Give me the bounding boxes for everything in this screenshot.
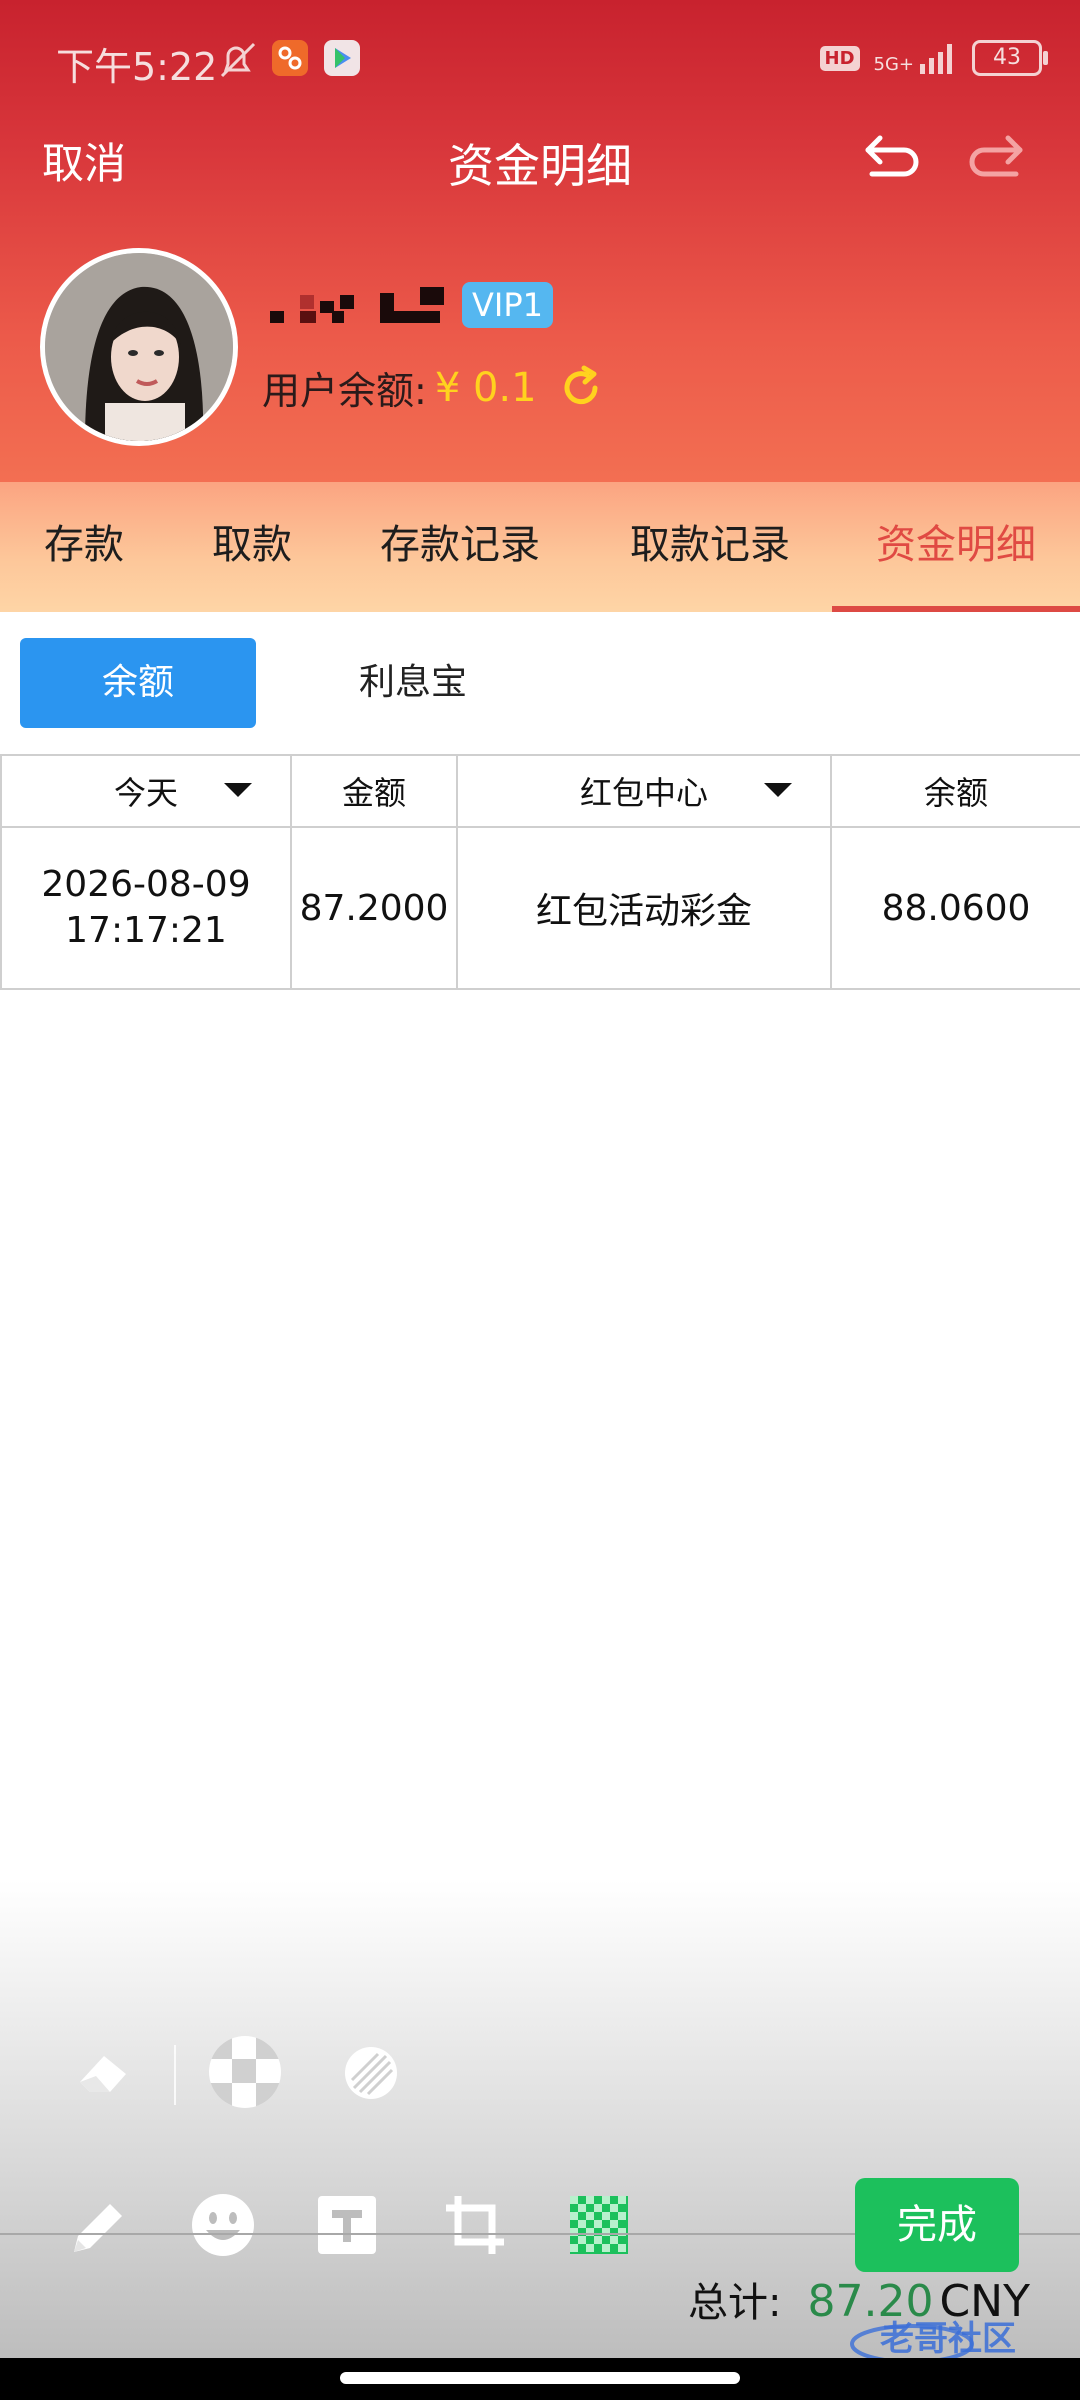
status-time: 下午5:22 bbox=[56, 45, 218, 89]
redo-icon[interactable] bbox=[966, 120, 1036, 190]
app-notification-icon bbox=[272, 40, 308, 80]
row-time: 17:17:21 bbox=[65, 910, 227, 951]
home-indicator[interactable] bbox=[340, 2372, 740, 2384]
amount-header: 金额 bbox=[290, 754, 458, 828]
type-filter-header[interactable]: 红包中心 bbox=[456, 754, 832, 828]
table-row: 2026-08-09 17:17:21 87.2000 红包活动彩金 88.06… bbox=[0, 826, 1080, 990]
tab-withdraw[interactable]: 取款 bbox=[212, 482, 292, 612]
date-filter-header[interactable]: 今天 bbox=[0, 754, 292, 828]
pencil-icon[interactable] bbox=[66, 2196, 130, 2264]
balance-header: 余额 bbox=[830, 754, 1080, 828]
total-label: 总计: bbox=[688, 2280, 782, 2326]
dropdown-caret-icon bbox=[764, 783, 792, 797]
subtab-balance[interactable]: 余额 bbox=[20, 638, 256, 728]
hd-badge: HD bbox=[819, 45, 860, 71]
type-filter-label: 红包中心 bbox=[579, 774, 708, 812]
status-right-cluster: HD 5G+ 43 bbox=[819, 40, 1048, 76]
battery-icon: 43 bbox=[972, 40, 1048, 76]
text-icon[interactable] bbox=[318, 2196, 376, 2258]
mosaic-icon[interactable] bbox=[570, 2196, 628, 2258]
mute-icon bbox=[214, 40, 260, 84]
username-redacted bbox=[270, 285, 450, 333]
active-tab-indicator bbox=[832, 606, 1080, 612]
done-button[interactable]: 完成 bbox=[855, 2178, 1019, 2272]
table-header-row: 今天 金额 红包中心 余额 bbox=[0, 754, 1080, 828]
fund-details-table: 今天 金额 红包中心 余额 2026-08-09 17:17:21 87.200… bbox=[0, 754, 1080, 990]
network-label: 5G+ bbox=[873, 54, 914, 75]
row-type: 红包活动彩金 bbox=[456, 826, 832, 990]
tab-withdraw-records[interactable]: 取款记录 bbox=[630, 482, 790, 612]
tab-deposit[interactable]: 存款 bbox=[44, 482, 124, 612]
eraser-icon[interactable] bbox=[70, 2042, 140, 2106]
toolbar-divider bbox=[174, 2045, 176, 2105]
user-balance-row: 用户余额: ¥ 0.1 bbox=[262, 360, 605, 415]
emoji-icon[interactable] bbox=[190, 2192, 256, 2262]
row-balance: 88.0600 bbox=[830, 826, 1080, 990]
subtab-interest[interactable]: 利息宝 bbox=[318, 638, 508, 728]
top-nav: 取消 资金明细 bbox=[0, 120, 1080, 200]
signal-icon: 5G+ bbox=[874, 42, 958, 74]
crop-icon[interactable] bbox=[442, 2192, 508, 2262]
tab-fund-details[interactable]: 资金明细 bbox=[876, 482, 1036, 612]
watermark-text: 老哥社区 bbox=[880, 2319, 1016, 2359]
mosaic-circle-icon[interactable] bbox=[208, 2035, 282, 2113]
status-bar: 下午5:22 HD 5G+ 43 bbox=[0, 0, 1080, 120]
balance-label: 用户余额: bbox=[262, 369, 427, 413]
play-store-icon bbox=[324, 40, 360, 80]
dropdown-caret-icon bbox=[224, 783, 252, 797]
refresh-icon[interactable] bbox=[557, 364, 605, 412]
date-filter-label: 今天 bbox=[113, 774, 178, 812]
row-datetime: 2026-08-09 17:17:21 bbox=[0, 826, 292, 990]
row-date: 2026-08-09 bbox=[41, 864, 251, 905]
undo-icon[interactable] bbox=[852, 120, 922, 190]
balance-value: ¥ 0.1 bbox=[434, 364, 537, 411]
avatar bbox=[40, 248, 238, 446]
tab-deposit-records[interactable]: 存款记录 bbox=[380, 482, 540, 612]
blur-circle-icon[interactable] bbox=[344, 2046, 398, 2104]
main-tabs: 存款 取款 存款记录 取款记录 资金明细 bbox=[0, 482, 1080, 612]
vip-badge: VIP1 bbox=[462, 282, 553, 328]
row-amount: 87.2000 bbox=[290, 826, 458, 990]
